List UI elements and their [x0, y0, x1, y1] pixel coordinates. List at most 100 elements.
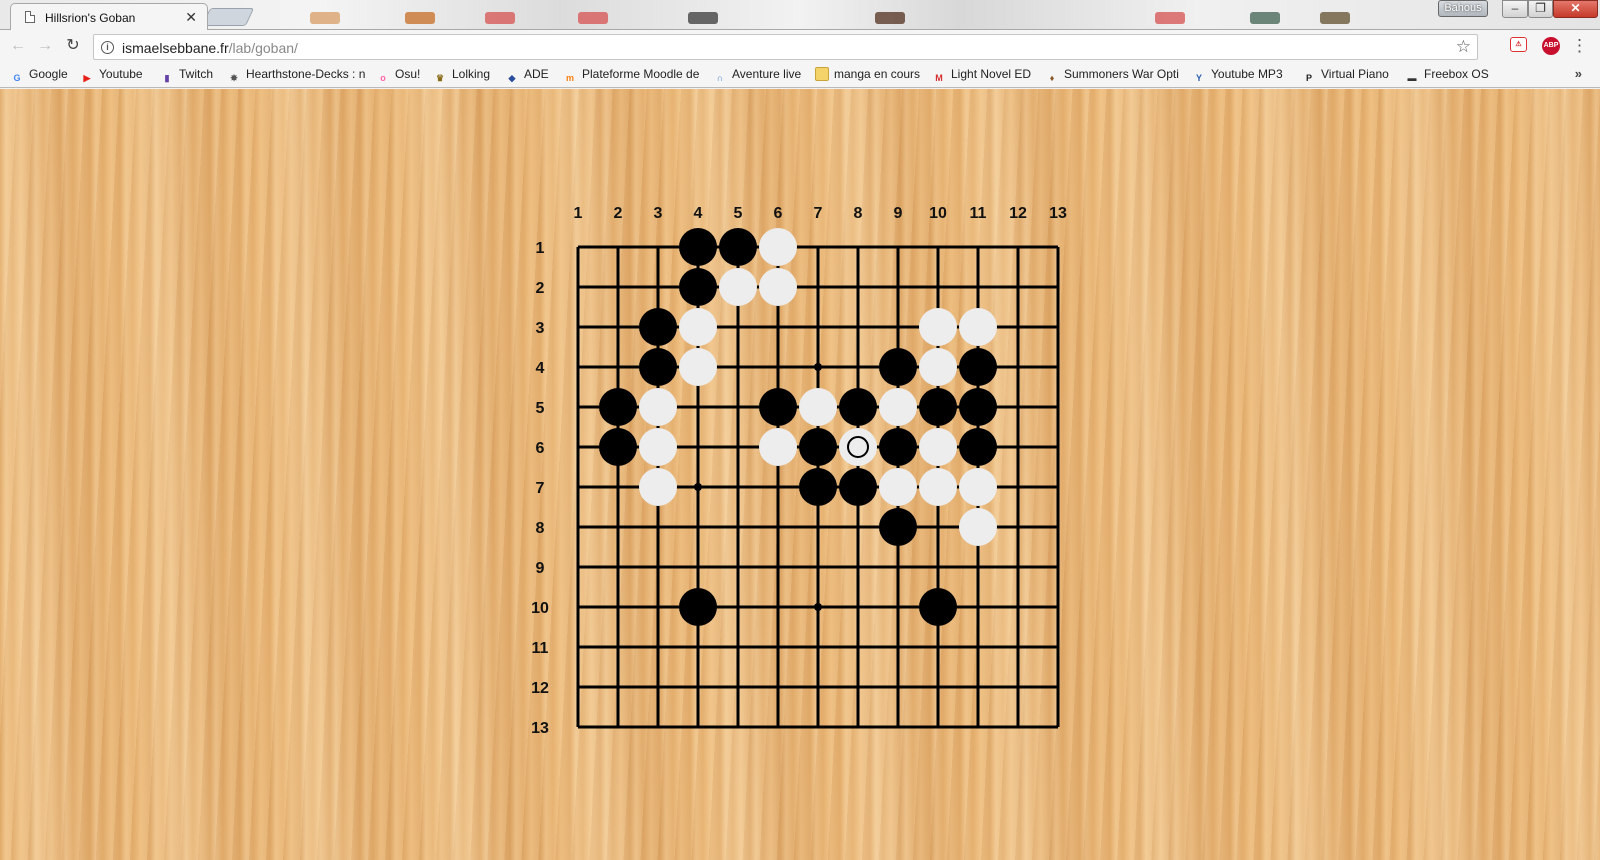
- bookmark-item[interactable]: G Google: [10, 67, 68, 84]
- freebox-icon: ▬: [1407, 73, 1417, 83]
- row-label: 8: [536, 520, 545, 537]
- moodle-icon: m: [565, 73, 574, 83]
- info-icon[interactable]: i: [101, 41, 114, 54]
- bookmark-item[interactable]: Y Youtube MP3: [1192, 67, 1283, 84]
- bookmark-item[interactable]: M Light Novel ED: [932, 67, 1031, 84]
- bookmark-item[interactable]: ♦ Summoners War Opti: [1045, 67, 1179, 84]
- black-stone: [839, 388, 877, 426]
- hoshi-point: [814, 603, 822, 611]
- bookmark-label: Aventure live: [732, 67, 802, 81]
- bookmark-item[interactable]: P Virtual Piano: [1302, 67, 1389, 84]
- bookmark-star-icon[interactable]: ☆: [1456, 37, 1471, 57]
- bookmark-label: ADE: [524, 67, 549, 81]
- piano-icon: P: [1305, 73, 1312, 83]
- white-stone: [679, 308, 717, 346]
- bookmark-item[interactable]: ▶ Youtube: [80, 67, 143, 84]
- row-label: 6: [536, 440, 545, 457]
- black-stone: [839, 468, 877, 506]
- bookmark-item[interactable]: ∩ Aventure live: [713, 67, 801, 84]
- bookmark-item[interactable]: ✸ Hearthstone-Decks : n: [227, 67, 365, 84]
- tab-strip: Hillsrion's Goban ✕ Bahous – ❐ ✕: [0, 0, 1600, 30]
- bookmark-item[interactable]: ♛ Lolking: [433, 67, 490, 84]
- row-label: 3: [536, 320, 545, 337]
- bookmark-label: manga en cours: [834, 67, 921, 81]
- hoshi-point: [694, 483, 702, 491]
- reload-button[interactable]: ↻: [63, 36, 83, 56]
- black-stone: [759, 388, 797, 426]
- bookmark-item[interactable]: m Plateforme Moodle de: [563, 67, 699, 84]
- bookmark-item[interactable]: ▬ Freebox OS: [1405, 67, 1489, 84]
- row-label: 9: [536, 560, 545, 577]
- column-label: 4: [694, 205, 703, 222]
- extension-icon[interactable]: ⚠: [1510, 37, 1527, 52]
- column-label: 1: [574, 205, 583, 222]
- black-stone: [879, 508, 917, 546]
- new-tab-button[interactable]: [201, 8, 255, 26]
- bookmark-label: Freebox OS: [1424, 67, 1489, 81]
- background-decoration: [485, 12, 515, 24]
- white-stone: [679, 348, 717, 386]
- row-label: 1: [536, 240, 545, 257]
- black-stone: [679, 228, 717, 266]
- row-label: 5: [536, 400, 545, 417]
- tab-title: Hillsrion's Goban: [45, 11, 136, 25]
- row-label: 4: [536, 360, 545, 377]
- twitch-icon: ▮: [164, 73, 170, 83]
- minimize-button[interactable]: –: [1502, 0, 1528, 18]
- more-bookmarks-icon[interactable]: »: [1575, 66, 1582, 81]
- youtube-icon: ▶: [83, 73, 91, 83]
- black-stone: [639, 308, 677, 346]
- black-stone: [959, 428, 997, 466]
- row-label: 11: [532, 640, 549, 657]
- forward-button[interactable]: →: [35, 36, 55, 56]
- white-stone: [639, 428, 677, 466]
- bookmark-item[interactable]: ◆ ADE: [505, 67, 549, 84]
- adblock-plus-icon[interactable]: ABP: [1542, 37, 1560, 55]
- black-stone: [959, 348, 997, 386]
- bookmark-label: Google: [29, 67, 68, 81]
- white-stone: [759, 268, 797, 306]
- page-icon: [25, 11, 35, 23]
- yt-mp3-icon: Y: [1195, 73, 1202, 83]
- white-stone: [759, 428, 797, 466]
- address-bar[interactable]: i ismaelsebbane.fr/lab/goban/ ☆: [93, 34, 1478, 60]
- background-decoration: [875, 12, 905, 24]
- bookmark-item[interactable]: o Osu!: [376, 67, 420, 84]
- url-text[interactable]: ismaelsebbane.fr/lab/goban/: [122, 40, 298, 56]
- black-stone: [599, 388, 637, 426]
- bookmark-label: Lolking: [452, 67, 491, 81]
- osu-icon: o: [380, 73, 386, 83]
- close-window-button[interactable]: ✕: [1553, 0, 1598, 18]
- chrome-menu-icon[interactable]: ⋮: [1571, 36, 1588, 56]
- url-host: ismaelsebbane.fr: [122, 40, 229, 56]
- column-label: 11: [970, 205, 987, 222]
- aventure-icon: ∩: [716, 73, 724, 83]
- black-stone: [879, 348, 917, 386]
- active-tab[interactable]: Hillsrion's Goban ✕: [10, 3, 208, 30]
- column-label: 6: [774, 205, 783, 222]
- profile-button[interactable]: Bahous: [1438, 0, 1488, 17]
- white-stone: [879, 388, 917, 426]
- background-decoration: [310, 12, 340, 24]
- restore-button[interactable]: ❐: [1528, 0, 1553, 18]
- google-icon: G: [13, 73, 21, 83]
- column-label: 13: [1049, 205, 1067, 222]
- folder-icon: [815, 67, 829, 81]
- black-stone: [719, 228, 757, 266]
- bookmark-label: Summoners War Opti: [1064, 67, 1179, 81]
- goban-board[interactable]: 1 2 3 4 5 6 7 8 9 10 11 12 1312345678910111213: [0, 89, 1600, 860]
- bookmark-item[interactable]: manga en cours: [815, 67, 920, 84]
- close-tab-icon[interactable]: ✕: [185, 9, 197, 26]
- back-button[interactable]: ←: [8, 36, 28, 56]
- column-label: 12: [1009, 205, 1027, 222]
- white-stone: [879, 468, 917, 506]
- black-stone: [679, 268, 717, 306]
- bookmarks-bar: G Google ▶ Youtube ▮ Twitch ✸ Hearthstone-Decks…: [0, 63, 1600, 88]
- bookmark-item[interactable]: ▮ Twitch: [160, 67, 214, 84]
- white-stone: [639, 468, 677, 506]
- bookmark-label: Light Novel ED: [951, 67, 1032, 81]
- black-stone: [679, 588, 717, 626]
- column-label: 8: [854, 205, 863, 222]
- column-label: 2: [614, 205, 623, 222]
- white-stone: [959, 468, 997, 506]
